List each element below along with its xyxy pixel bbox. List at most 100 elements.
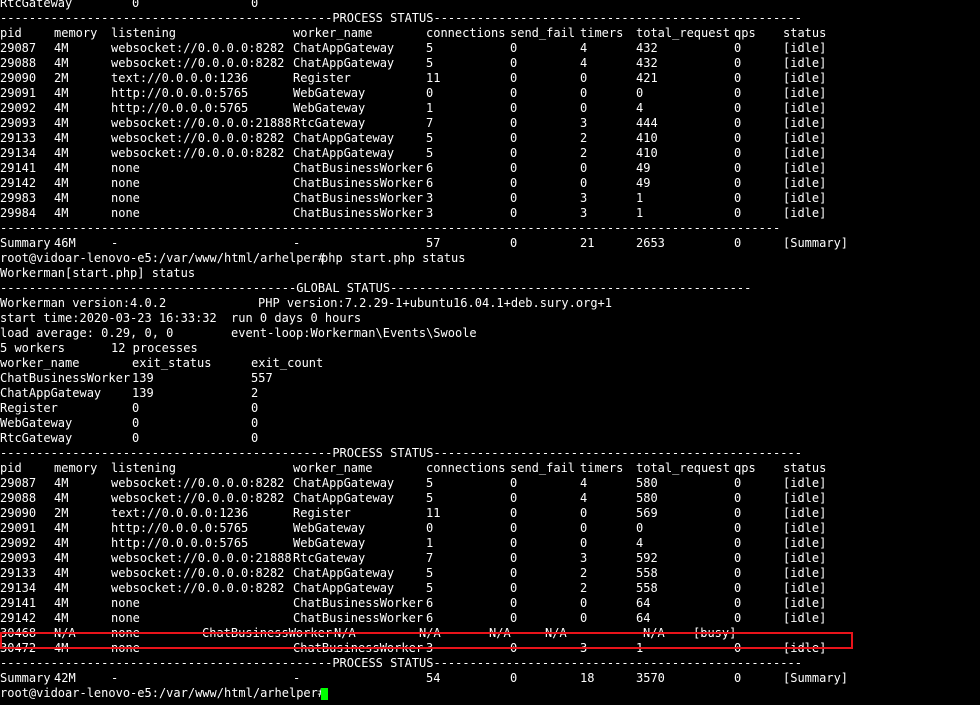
- cell-status: [idle]: [783, 86, 827, 100]
- cell-status: [Summary]: [783, 236, 849, 250]
- cell-memory: 4M: [54, 521, 69, 535]
- cell-connections: connections: [426, 461, 506, 475]
- cell-timers: 3: [580, 206, 588, 220]
- cell-connections: 7: [426, 551, 434, 565]
- cell-memory: 4M: [54, 101, 69, 115]
- cell-connections: 5: [426, 131, 434, 145]
- cell-memory: 4M: [54, 551, 69, 565]
- cell-qps: 0: [734, 236, 742, 250]
- cell-status: [idle]: [783, 131, 827, 145]
- cell-memory: 4M: [54, 536, 69, 550]
- cell-connections: 54: [426, 671, 441, 685]
- cell-connections: 6: [426, 176, 434, 190]
- cell-timers: 0: [580, 521, 588, 535]
- cell-status: [idle]: [783, 491, 827, 505]
- cell-pid: 29088: [0, 56, 37, 70]
- cell-status: [idle]: [783, 611, 827, 625]
- cell-listening: text://0.0.0.0:1236: [111, 71, 249, 85]
- cell-timers: 3: [580, 551, 588, 565]
- cell-total-request: 64: [636, 596, 651, 610]
- cell-send-fail: 0: [510, 566, 518, 580]
- exit-header-worker: worker_name: [0, 356, 80, 370]
- cell-exit-count: 0: [251, 0, 259, 10]
- cell-connections: 5: [426, 41, 434, 55]
- cell-memory: 4M: [54, 86, 69, 100]
- cell-worker-name: ChatBusinessWorker: [293, 161, 424, 175]
- load-average: load average: 0.29, 0, 0: [0, 326, 174, 340]
- cell-timers: 3: [580, 191, 588, 205]
- cell-status: [idle]: [783, 176, 827, 190]
- cell-qps: 0: [734, 176, 742, 190]
- cell-qps: 0: [734, 491, 742, 505]
- cell-pid: 29134: [0, 146, 37, 160]
- cursor: [321, 688, 328, 700]
- cell-send-fail: 0: [510, 86, 518, 100]
- cell-connections: 6: [426, 611, 434, 625]
- cell-memory: 4M: [54, 131, 69, 145]
- cell-connections: 6: [426, 161, 434, 175]
- cell-listening: none: [111, 176, 140, 190]
- cell-memory: 42M: [54, 671, 76, 685]
- cell-total-request: total_request: [636, 26, 730, 40]
- cell-total-request: 410: [636, 131, 658, 145]
- exit-worker: ChatAppGateway: [0, 386, 102, 400]
- cell-status: [idle]: [783, 191, 827, 205]
- cell-total-request: 410: [636, 146, 658, 160]
- cell-timers: 0: [580, 611, 588, 625]
- cell-worker-name: Register: [293, 71, 351, 85]
- cell-timers: 18: [580, 671, 595, 685]
- cell-pid: 29093: [0, 551, 37, 565]
- exit-count: 0: [251, 431, 259, 445]
- cell-qps: qps: [734, 461, 756, 475]
- cell-qps: 0: [734, 536, 742, 550]
- cell-pid: 29090: [0, 506, 37, 520]
- cell-pid: 29141: [0, 596, 37, 610]
- cell-total-request: 432: [636, 41, 658, 55]
- cell-connections: 1: [426, 101, 434, 115]
- cell-listening: listening: [111, 461, 177, 475]
- cell-connections: 5: [426, 491, 434, 505]
- cell-timers: 2: [580, 566, 588, 580]
- cell-status: [idle]: [783, 71, 827, 85]
- cell-listening: http://0.0.0.0:5765: [111, 536, 249, 550]
- cell-worker-name: ChatAppGateway: [293, 56, 395, 70]
- cell-listening: websocket://0.0.0.0:21888: [111, 116, 292, 130]
- cell-qps: 0: [734, 131, 742, 145]
- cell-timers: 2: [580, 581, 588, 595]
- cell-status: [idle]: [783, 161, 827, 175]
- cell-timers: 0: [580, 101, 588, 115]
- cell-send-fail: 0: [510, 206, 518, 220]
- cell-total-request: 49: [636, 176, 651, 190]
- cell-total-request: 1: [636, 206, 644, 220]
- cell-worker-name: ChatAppGateway: [293, 566, 395, 580]
- exit-status: 0: [132, 401, 140, 415]
- cell-connections: 11: [426, 71, 441, 85]
- cell-connections: connections: [426, 26, 506, 40]
- cell-listening: websocket://0.0.0.0:8282: [111, 566, 285, 580]
- cell-pid: 29133: [0, 131, 37, 145]
- cell-total-request: 49: [636, 161, 651, 175]
- cell-pid: pid: [0, 26, 22, 40]
- cell-send-fail: 0: [510, 611, 518, 625]
- cell-memory: 4M: [54, 146, 69, 160]
- cell-memory: 4M: [54, 116, 69, 130]
- cell-worker-name: ChatBusinessWorker: [293, 191, 424, 205]
- terminal-window[interactable]: RtcGateway 0 0 ----------------------------…: [0, 0, 980, 705]
- cell-timers: 0: [580, 536, 588, 550]
- cell-qps: 0: [734, 71, 742, 85]
- cell-send-fail: 0: [510, 56, 518, 70]
- cell-worker-name: RtcGateway: [293, 116, 366, 130]
- cell-status: [idle]: [783, 116, 827, 130]
- cell-status: status: [783, 461, 827, 475]
- cell-total-request: 4: [636, 101, 644, 115]
- cell-total-request: 0: [636, 521, 644, 535]
- cell-worker-name: ChatBusinessWorker: [293, 176, 424, 190]
- cell-memory: memory: [54, 26, 98, 40]
- cell-qps: 0: [734, 506, 742, 520]
- cell-send-fail: 0: [510, 491, 518, 505]
- cell-pid: 29142: [0, 176, 37, 190]
- cell-listening: websocket://0.0.0.0:8282: [111, 476, 285, 490]
- cell-qps: 0: [734, 581, 742, 595]
- cell-timers: 2: [580, 131, 588, 145]
- cell-total-request: total_request: [636, 461, 730, 475]
